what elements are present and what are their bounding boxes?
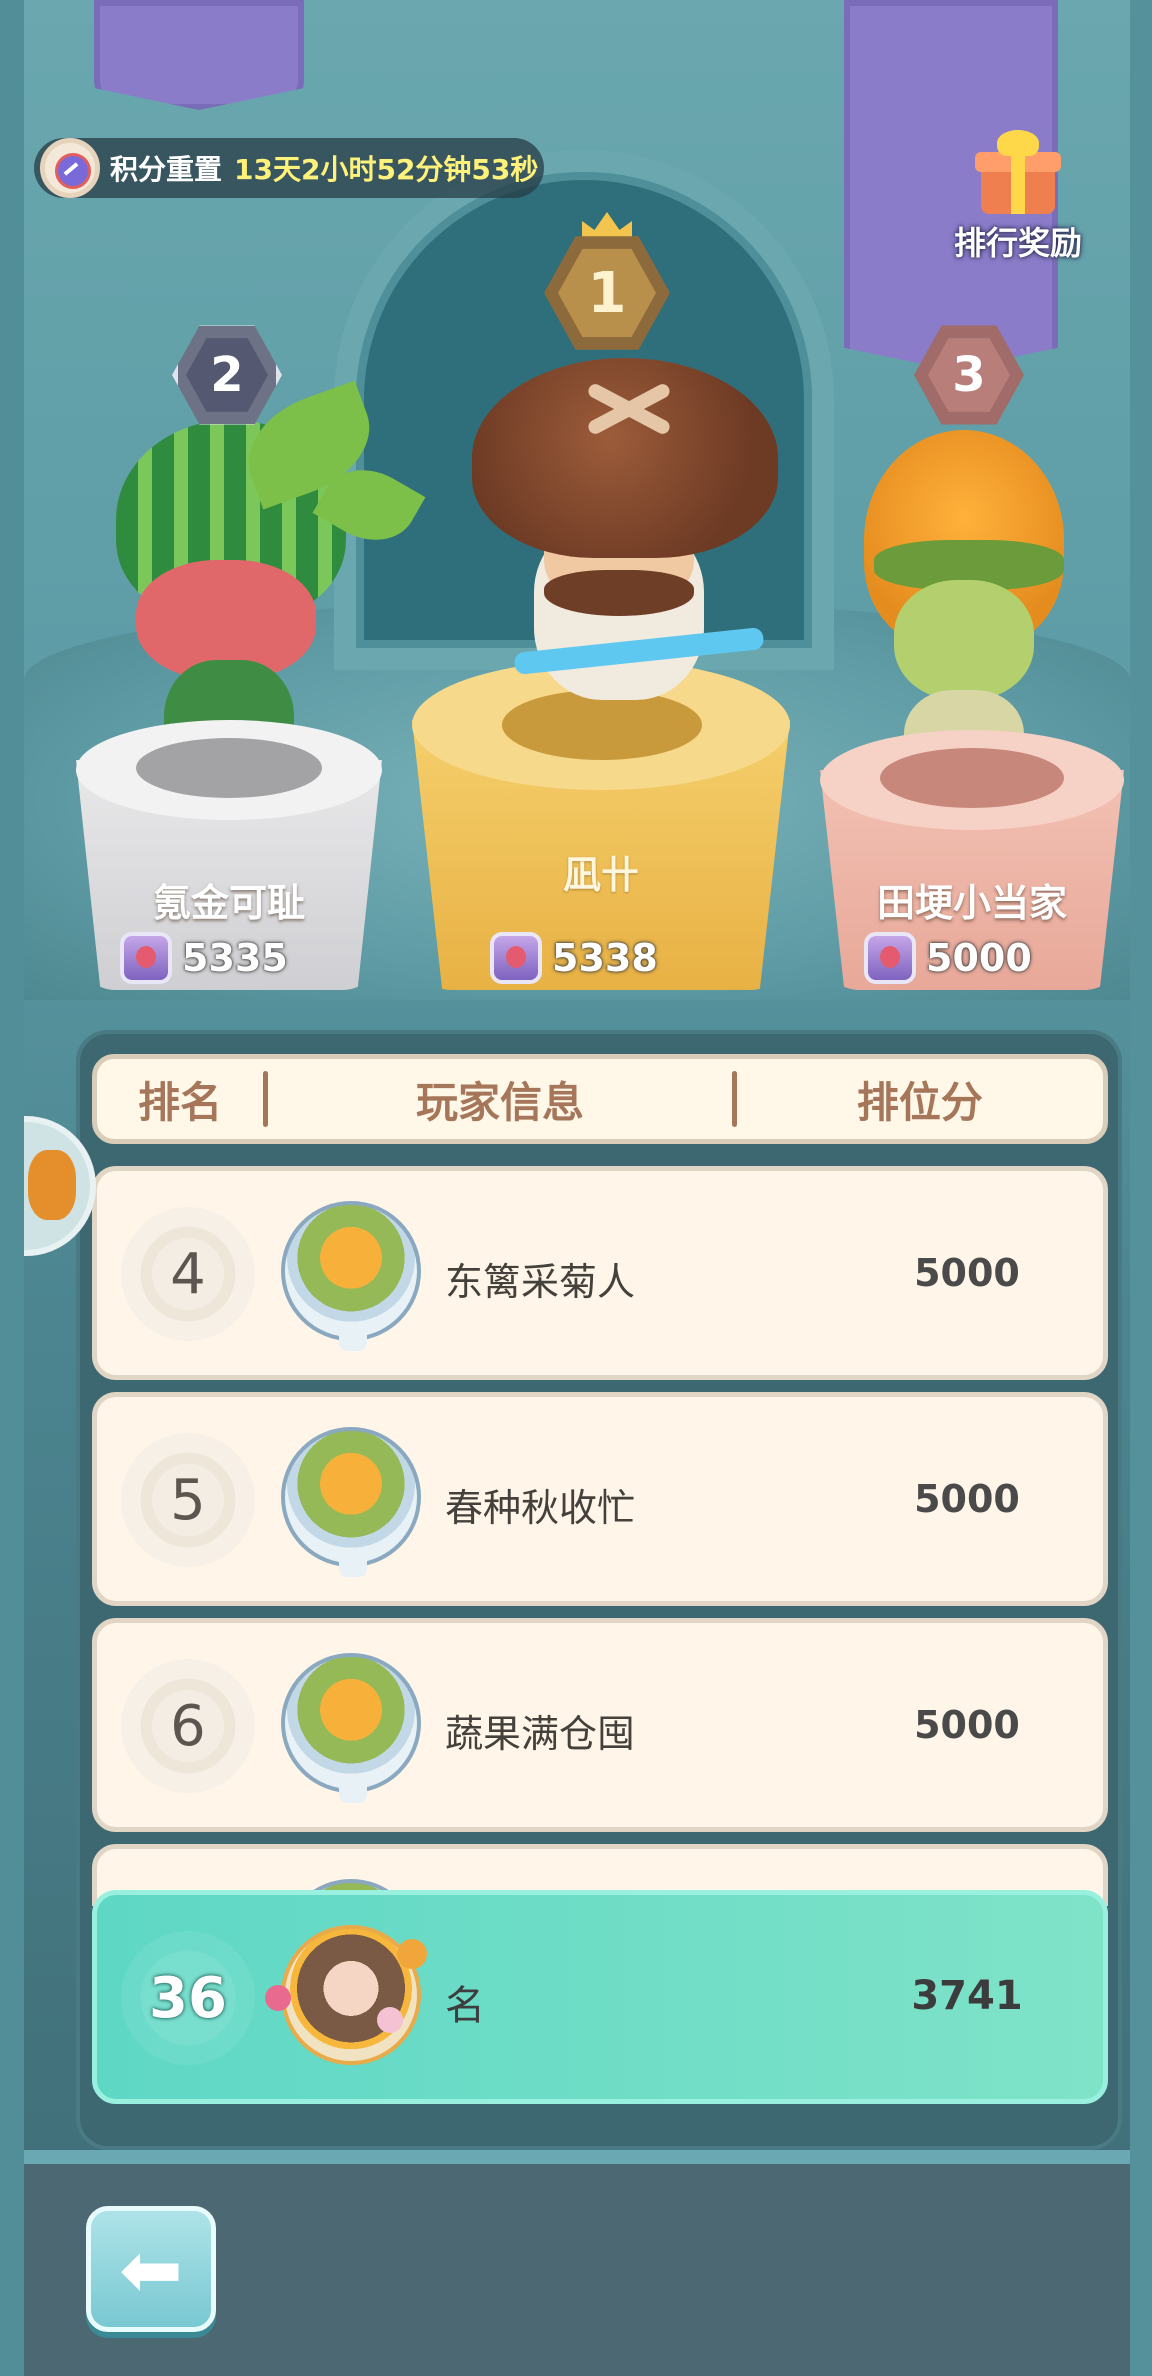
rank-emblem-icon (864, 932, 916, 984)
rank-emblem-icon (120, 932, 172, 984)
rank-emblem-icon (490, 932, 542, 984)
ranking-reward-label: 排行奖励 (953, 224, 1082, 262)
right-edge (1130, 0, 1152, 2376)
leaderboard-header: 排名 玩家信息 排位分 (92, 1054, 1108, 1144)
player-score: 5000 (914, 1703, 1020, 1747)
podium-2-score: 5335 (120, 932, 288, 984)
player-avatar[interactable] (281, 1201, 421, 1351)
podium-3-name: 田埂小当家 (876, 881, 1067, 925)
my-score: 3741 (911, 1973, 1023, 2019)
player-avatar[interactable] (281, 1653, 421, 1803)
player-name: 蔬果满仓囤 (445, 1712, 636, 1756)
ranking-screen: 积分重置 13天2小时52分钟53秒 排行奖励 2 1 3 氪金可耻 5335 … (24, 0, 1130, 2376)
table-row[interactable]: 6 蔬果满仓囤 5000 (92, 1618, 1108, 1832)
mushroom-cap-pattern (584, 372, 674, 442)
gift-icon (975, 130, 1061, 214)
banner-left (94, 0, 304, 110)
leaderboard-list[interactable]: 4 东篱采菊人 5000 5 春种秋收忙 5000 6 蔬果满仓囤 5000 (92, 1166, 1108, 1906)
back-arrow-icon: ⬅ (119, 2224, 183, 2314)
player-score: 5000 (914, 1251, 1020, 1295)
podium-2-top (76, 720, 382, 820)
table-row[interactable]: 5 春种秋收忙 5000 (92, 1392, 1108, 1606)
player-name: 春种秋收忙 (445, 1486, 636, 1530)
player-score: 5000 (914, 1477, 1020, 1521)
score-reset-timer: 积分重置 13天2小时52分钟53秒 (34, 138, 544, 198)
rank-badge-2: 2 (172, 325, 282, 425)
column-rank: 排名 (138, 1077, 223, 1127)
rank-number: 5 (121, 1433, 255, 1567)
avatar-frame-decoration (265, 1985, 291, 2011)
rank-number: 6 (121, 1659, 255, 1793)
character-mushroom-mustache (544, 570, 694, 616)
player-name: 东篱采菊人 (445, 1260, 636, 1304)
podium-3-score: 5000 (864, 932, 1032, 984)
podium-2-name: 氪金可耻 (152, 881, 305, 925)
podium-1-name: 凪卄 (562, 853, 639, 897)
avatar-frame-decoration (377, 2007, 403, 2033)
podium-1-score: 5338 (490, 932, 658, 984)
back-button[interactable]: ⬅ (86, 2206, 216, 2332)
table-row[interactable]: 4 东篱采菊人 5000 (92, 1166, 1108, 1380)
clock-icon (40, 138, 100, 198)
left-edge (0, 0, 24, 2376)
column-rank-score: 排位分 (856, 1077, 983, 1127)
my-rank-number: 36 (121, 1931, 255, 2065)
character-pineapple-face (894, 580, 1034, 700)
ranking-reward-button[interactable]: 排行奖励 (938, 130, 1098, 262)
my-name: 名 (445, 1983, 485, 2029)
podium-3-top (820, 730, 1124, 830)
rank-number: 4 (121, 1207, 255, 1341)
column-player-info: 玩家信息 (415, 1077, 584, 1127)
reset-countdown: 13天2小时52分钟53秒 (234, 153, 539, 186)
bottom-divider (24, 2150, 1130, 2164)
player-avatar[interactable] (281, 1427, 421, 1577)
avatar-frame-decoration (397, 1939, 427, 1969)
reset-label: 积分重置 (110, 153, 223, 186)
my-rank-row[interactable]: 36 名 3741 (92, 1890, 1108, 2104)
